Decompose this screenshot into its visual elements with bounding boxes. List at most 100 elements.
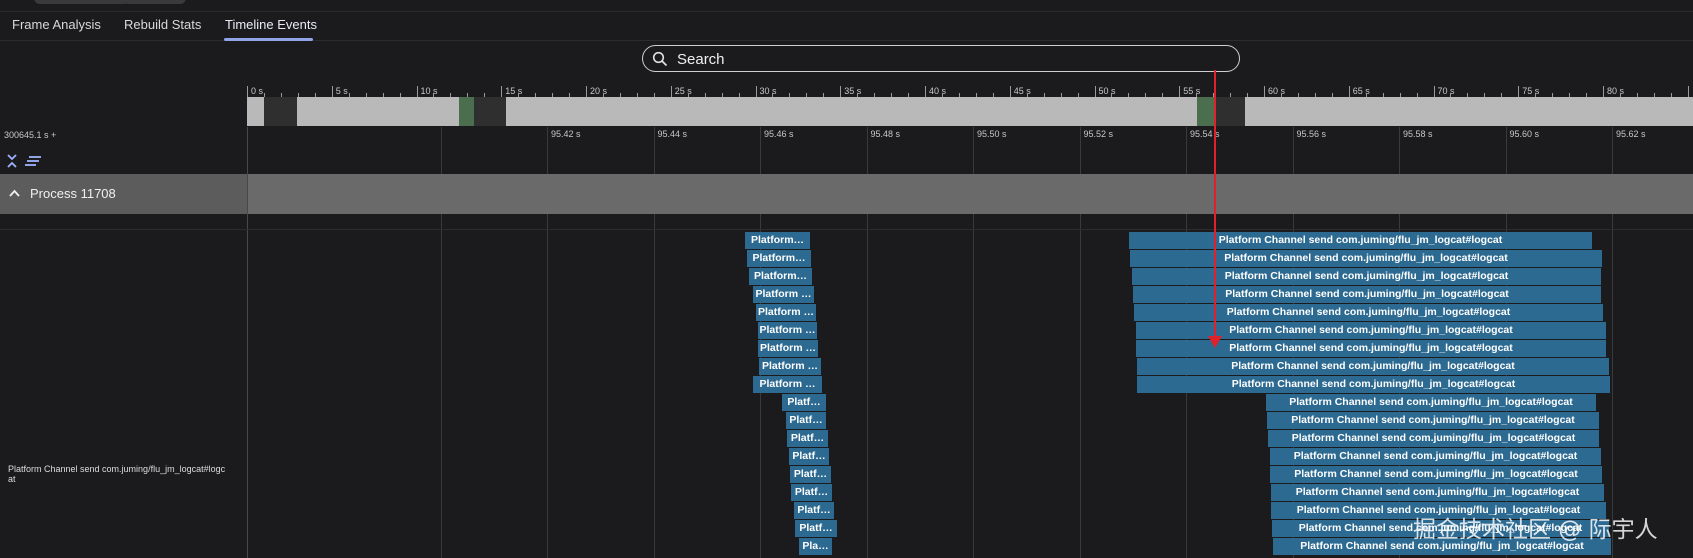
ruler-tick — [1094, 86, 1096, 97]
timeline-event[interactable]: Platform Channel send com.juming/flu_jm_… — [1271, 484, 1604, 501]
ruler-tick — [1687, 86, 1689, 97]
search-bar[interactable] — [642, 45, 1240, 72]
timeline-event[interactable]: Platf… — [791, 484, 832, 501]
timeline-overview[interactable] — [247, 97, 1693, 126]
collapse-all-icon[interactable] — [4, 152, 22, 170]
grid-line — [440, 127, 442, 174]
timeline-event[interactable]: Platform Channel send com.juming/flu_jm_… — [1134, 304, 1603, 321]
ruler-tick — [755, 86, 757, 97]
timeline-event[interactable]: Platform Channel send com.juming/flu_jm_… — [1132, 268, 1601, 285]
overview-selected-frame[interactable] — [1197, 97, 1215, 126]
annotation-arrow — [1214, 70, 1216, 342]
process-name: Process 11708 — [30, 186, 116, 201]
timeline-event[interactable]: Pla… — [799, 538, 832, 555]
grid-line — [760, 127, 761, 174]
active-tab-indicator — [224, 38, 313, 41]
ruler-tick — [501, 86, 503, 97]
timeline-event[interactable]: Platf… — [782, 394, 826, 411]
grid-line — [973, 127, 974, 174]
overview-selected-frame[interactable] — [459, 97, 474, 126]
timeline-event[interactable]: Platform Channel send com.juming/flu_jm_… — [1136, 340, 1606, 357]
tab-rebuild-stats[interactable]: Rebuild Stats — [124, 17, 201, 32]
timeline-event[interactable]: Platform Channel send com.juming/flu_jm_… — [1136, 322, 1606, 339]
timeline-event[interactable]: Platf… — [787, 430, 828, 447]
ruler-label: 15 s — [505, 86, 523, 96]
timeline-event[interactable]: Platform Channel send com.juming/flu_jm_… — [1130, 250, 1602, 267]
ruler-label: 70 s — [1437, 86, 1455, 96]
timeline-event[interactable]: Platform… — [749, 268, 812, 285]
ruler-tick — [840, 86, 842, 97]
ruler-label: 5 s — [335, 86, 348, 96]
grid-line — [1612, 127, 1613, 174]
grid-line — [1505, 127, 1507, 174]
grid-line — [866, 127, 868, 174]
timeline-event[interactable]: Platform Channel send com.juming/flu_jm_… — [1133, 286, 1601, 303]
ruler-label: 35 s — [844, 86, 862, 96]
timeline-event[interactable]: Platform Channel send com.juming/flu_jm_… — [1270, 448, 1601, 465]
timeline-event[interactable]: Platform Channel send com.juming/flu_jm_… — [1267, 412, 1599, 429]
timeline-event[interactable]: Platform Channel send com.juming/flu_jm_… — [1137, 376, 1610, 393]
search-icon — [652, 51, 668, 67]
timeline-event[interactable]: Platform Channel send com.juming/flu_jm_… — [1268, 430, 1599, 447]
timeline-event[interactable]: Platf… — [789, 448, 829, 465]
chevron-up-icon[interactable] — [8, 187, 21, 200]
grid-line — [1399, 127, 1400, 174]
tab-frame-analysis[interactable]: Frame Analysis — [12, 17, 101, 32]
timeline-event[interactable]: Platf… — [786, 412, 826, 429]
time-label: 95.44 s — [657, 129, 688, 139]
time-label: 95.42 s — [551, 129, 581, 139]
process-lane — [248, 174, 1693, 214]
timeline-event[interactable]: Platform … — [753, 376, 822, 393]
timeline-event[interactable]: Platf… — [794, 502, 834, 519]
time-label: 95.52 s — [1083, 129, 1114, 139]
ruler-tick — [247, 86, 248, 97]
grid-line — [973, 214, 974, 558]
toolbar-button[interactable] — [122, 0, 186, 4]
timeline-event[interactable]: Platform … — [753, 286, 814, 303]
ruler-label: 10 s — [420, 86, 438, 96]
ruler-label: 50 s — [1098, 86, 1116, 96]
timeline-event[interactable]: Platform … — [759, 358, 821, 375]
time-label: 95.62 s — [1616, 129, 1646, 139]
timeline-event[interactable]: Platf… — [795, 520, 837, 537]
tab-timeline-events[interactable]: Timeline Events — [225, 17, 317, 32]
ruler-tick — [1518, 86, 1520, 97]
timeline-event[interactable]: Platform … — [756, 304, 816, 321]
toolbar-button[interactable] — [34, 0, 130, 4]
time-label: 95.50 s — [977, 129, 1007, 139]
grid-line — [653, 214, 655, 558]
timeline-event[interactable]: Platf… — [790, 466, 831, 483]
ruler-label: 65 s — [1352, 86, 1370, 96]
time-label: 95.56 s — [1296, 129, 1327, 139]
overview-gap — [474, 97, 506, 126]
ruler-tick — [1264, 86, 1265, 97]
ruler-label: 45 s — [1013, 86, 1031, 96]
ruler-tick — [416, 86, 418, 97]
search-input[interactable] — [675, 49, 1219, 70]
ruler-tick — [1348, 86, 1350, 97]
time-origin-label: 300645.1 s + — [4, 130, 57, 140]
grid-line — [1186, 127, 1187, 174]
process-header[interactable]: Process 11708 — [0, 174, 248, 214]
timeline-event[interactable]: Platform … — [758, 340, 818, 357]
time-scale-labels: 95.42 s 95.44 s 95.46 s 95.48 s 95.50 s 95.52… — [247, 127, 1693, 174]
grid-line — [866, 214, 868, 558]
time-label: 95.48 s — [870, 129, 901, 139]
timeline-event[interactable]: Platform… — [747, 250, 811, 267]
track-label: Platform Channel send com.juming/flu_jm_… — [8, 464, 226, 484]
grid-line — [547, 127, 548, 174]
list-sort-icon[interactable] — [24, 152, 42, 170]
ruler-label: 80 s — [1607, 86, 1625, 96]
timeline-event[interactable]: Platform Channel send com.juming/flu_jm_… — [1266, 394, 1596, 411]
timeline-event[interactable]: Platform Channel send com.juming/flu_jm_… — [1129, 232, 1592, 249]
timeline-event[interactable]: Platform… — [745, 232, 810, 249]
grid-line — [547, 214, 548, 558]
timeline-event[interactable]: Platform Channel send com.juming/flu_jm_… — [1270, 466, 1602, 483]
timeline-event[interactable]: Platform … — [758, 322, 817, 339]
grid-line — [1292, 127, 1294, 174]
ruler-tick — [331, 86, 333, 97]
timeline-event[interactable]: Platform Channel send com.juming/flu_jm_… — [1137, 358, 1609, 375]
annotation-arrowhead — [1208, 336, 1222, 348]
ruler-label: 25 s — [674, 86, 692, 96]
ruler-tick — [1179, 86, 1181, 97]
